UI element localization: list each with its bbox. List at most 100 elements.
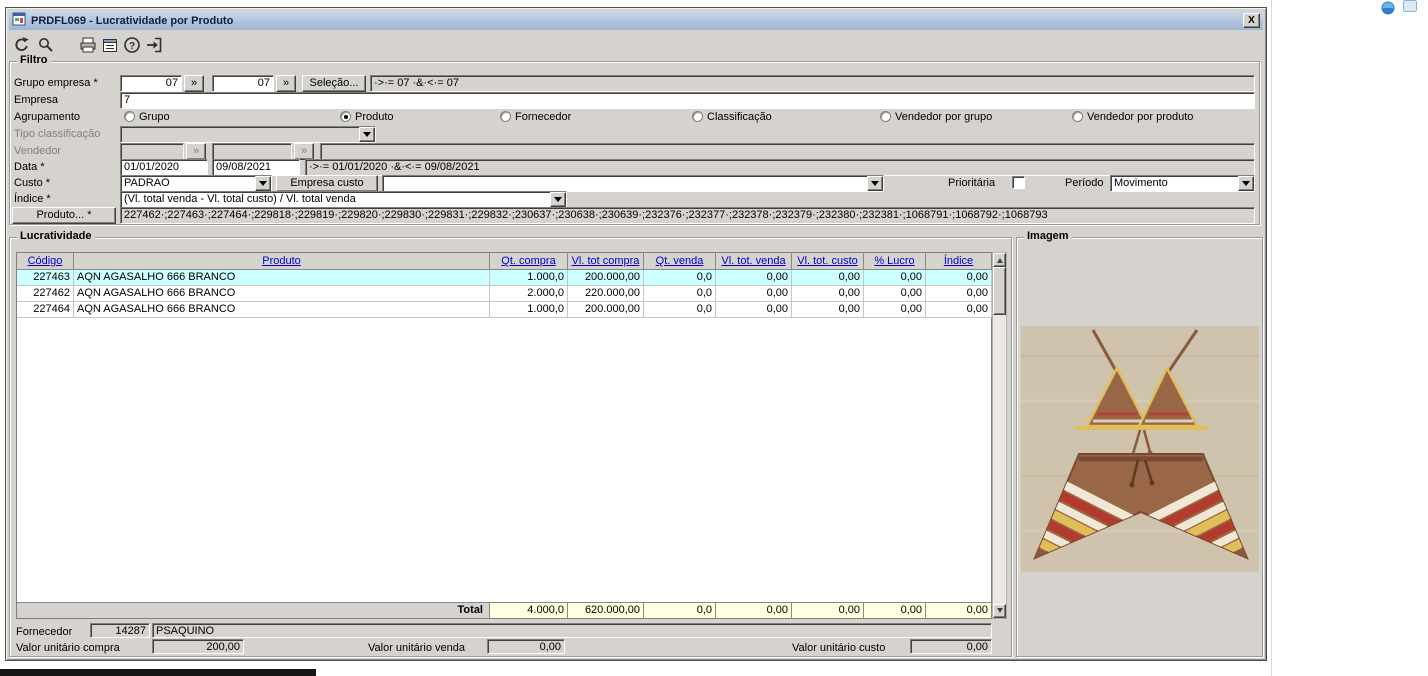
cell-qt-venda[interactable]: 0,0 <box>644 270 716 286</box>
browser-icon[interactable] <box>1381 1 1395 18</box>
table-row[interactable]: 227464 AQN AGASALHO 666 BRANCO 1.000,0 2… <box>17 302 992 318</box>
radio-classificacao-dot <box>692 111 703 122</box>
filtro-legend: Filtro <box>17 54 51 66</box>
cell-qt-venda[interactable]: 0,0 <box>644 286 716 302</box>
grupo-empresa-range-display: ·>·= 07 ·&·<·= 07 <box>370 75 1255 92</box>
prioritaria-checkbox[interactable] <box>1012 176 1025 189</box>
table-row[interactable]: 227463 AQN AGASALHO 666 BRANCO 1.000,0 2… <box>17 270 992 286</box>
produto-button[interactable]: Produto... * <box>12 207 116 224</box>
selecao-button[interactable]: Seleção... <box>302 75 366 92</box>
cell-vl-tot-custo[interactable]: 0,00 <box>792 270 864 286</box>
grupo-empresa-from-lookup-button[interactable]: » <box>184 75 204 92</box>
periodo-label: Período <box>1065 177 1104 189</box>
calendar-icon[interactable] <box>100 35 120 55</box>
cell-lucro[interactable]: 0,00 <box>864 286 926 302</box>
radio-vendedor-grupo-label: Vendedor por grupo <box>895 110 993 123</box>
col-header-vl-tot-venda[interactable]: Vl. tot. venda <box>716 253 792 270</box>
radio-vendedor-produto-label: Vendedor por produto <box>1087 110 1194 123</box>
empresa-input[interactable]: 7 <box>120 92 1255 109</box>
col-header-vl-tot-compra[interactable]: Vl. tot compra <box>568 253 644 270</box>
lucratividade-grid: Código Produto Qt. compra Vl. tot compra… <box>16 252 992 619</box>
radio-classificacao[interactable]: Classificação <box>692 110 772 123</box>
data-to-input[interactable]: 09/08/2021 <box>212 159 300 176</box>
cell-indice[interactable]: 0,00 <box>926 270 992 286</box>
cell-qt-compra[interactable]: 2.000,0 <box>490 286 568 302</box>
tipo-classificacao-dropdown-icon <box>359 127 375 142</box>
periodo-value: Movimento <box>1114 177 1168 189</box>
total-qt-venda: 0,0 <box>644 602 716 618</box>
cell-codigo[interactable]: 227463 <box>17 270 74 286</box>
radio-vendedor-produto-dot <box>1072 111 1083 122</box>
custo-dropdown-icon[interactable] <box>255 176 271 191</box>
fornecedor-name-display: PSAQUINO <box>152 623 992 638</box>
radio-produto[interactable]: Produto <box>340 110 394 123</box>
cell-produto[interactable]: AQN AGASALHO 666 BRANCO <box>74 286 490 302</box>
cell-codigo[interactable]: 227462 <box>17 286 74 302</box>
col-header-qt-compra[interactable]: Qt. compra <box>490 253 568 270</box>
radio-grupo[interactable]: Grupo <box>124 110 170 123</box>
titlebar[interactable]: PRDFL069 - Lucratividade por Produto X <box>9 11 1263 30</box>
periodo-dropdown-icon[interactable] <box>1238 176 1254 191</box>
grupo-empresa-from-input[interactable]: 07 <box>120 75 182 92</box>
cell-qt-compra[interactable]: 1.000,0 <box>490 270 568 286</box>
col-header-codigo[interactable]: Código <box>17 253 74 270</box>
indice-combo[interactable]: (Vl. total venda - Vl. total custo) / Vl… <box>120 191 567 208</box>
cell-vl-tot-compra[interactable]: 200.000,00 <box>568 302 644 318</box>
radio-fornecedor[interactable]: Fornecedor <box>500 110 571 123</box>
cell-lucro[interactable]: 0,00 <box>864 302 926 318</box>
search-icon[interactable] <box>36 35 56 55</box>
cell-produto[interactable]: AQN AGASALHO 666 BRANCO <box>74 302 490 318</box>
vendedor-to-lookup-button: » <box>294 143 314 160</box>
radio-classificacao-label: Classificação <box>707 110 772 123</box>
cell-lucro[interactable]: 0,00 <box>864 270 926 286</box>
exit-icon[interactable] <box>144 35 164 55</box>
close-button[interactable]: X <box>1243 13 1260 28</box>
indice-dropdown-icon[interactable] <box>550 192 566 207</box>
help-icon[interactable]: ? <box>122 35 142 55</box>
custo-empresa-dropdown-icon[interactable] <box>867 176 883 191</box>
grupo-empresa-to-lookup-button[interactable]: » <box>276 75 296 92</box>
cell-produto[interactable]: AQN AGASALHO 666 BRANCO <box>74 270 490 286</box>
window-icon[interactable] <box>1403 0 1417 15</box>
cell-qt-compra[interactable]: 1.000,0 <box>490 302 568 318</box>
periodo-combo[interactable]: Movimento <box>1110 175 1255 192</box>
vu-custo-label: Valor unitário custo <box>792 642 886 654</box>
custo-combo[interactable]: PADRAO <box>120 175 272 192</box>
radio-vendedor-por-produto[interactable]: Vendedor por produto <box>1072 110 1193 123</box>
scroll-up-icon[interactable] <box>993 253 1006 267</box>
cell-vl-tot-compra[interactable]: 200.000,00 <box>568 270 644 286</box>
col-header-produto[interactable]: Produto <box>74 253 490 270</box>
col-header-vl-tot-custo[interactable]: Vl. tot. custo <box>792 253 864 270</box>
total-lucro: 0,00 <box>864 602 926 618</box>
table-row[interactable]: 227462 AQN AGASALHO 666 BRANCO 2.000,0 2… <box>17 286 992 302</box>
cell-indice[interactable]: 0,00 <box>926 302 992 318</box>
cell-vl-tot-custo[interactable]: 0,00 <box>792 302 864 318</box>
cell-vl-tot-venda[interactable]: 0,00 <box>716 270 792 286</box>
radio-produto-label: Produto <box>355 110 394 123</box>
col-header-qt-venda[interactable]: Qt. venda <box>644 253 716 270</box>
scroll-thumb[interactable] <box>993 267 1006 315</box>
cell-codigo[interactable]: 227464 <box>17 302 74 318</box>
custo-empresa-combo[interactable] <box>382 175 884 192</box>
taskbar-strip <box>0 669 316 676</box>
cell-vl-tot-venda[interactable]: 0,00 <box>716 286 792 302</box>
radio-vendedor-por-grupo[interactable]: Vendedor por grupo <box>880 110 992 123</box>
vu-compra-label: Valor unitário compra <box>16 642 120 654</box>
desktop: { "window": { "title": "PRDFL069 - Lucra… <box>0 0 1428 676</box>
empresa-custo-button[interactable]: Empresa custo <box>276 175 378 192</box>
cell-indice[interactable]: 0,00 <box>926 286 992 302</box>
grid-vertical-scrollbar[interactable] <box>992 252 1007 619</box>
data-from-input[interactable]: 01/01/2020 <box>120 159 208 176</box>
data-range-display: ·>·= 01/01/2020 ·&·<·= 09/08/2021 <box>305 159 1255 176</box>
scroll-down-icon[interactable] <box>993 604 1006 618</box>
col-header-lucro[interactable]: % Lucro <box>864 253 926 270</box>
cell-vl-tot-venda[interactable]: 0,00 <box>716 302 792 318</box>
cell-vl-tot-custo[interactable]: 0,00 <box>792 286 864 302</box>
grupo-empresa-to-input[interactable]: 07 <box>212 75 274 92</box>
custo-value: PADRAO <box>124 177 170 189</box>
cell-vl-tot-compra[interactable]: 220.000,00 <box>568 286 644 302</box>
undo-icon[interactable] <box>12 35 32 55</box>
print-icon[interactable] <box>78 35 98 55</box>
cell-qt-venda[interactable]: 0,0 <box>644 302 716 318</box>
col-header-indice[interactable]: Índice <box>926 253 992 270</box>
